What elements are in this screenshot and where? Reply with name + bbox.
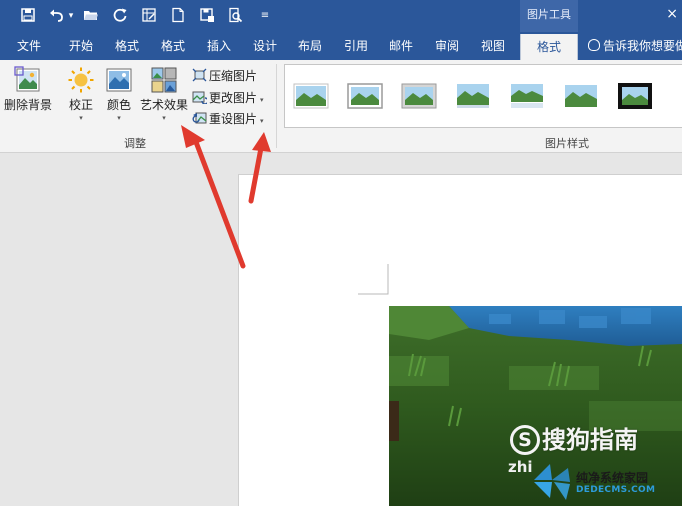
color-label: 颜色 [106,98,131,112]
tell-me-text: 告诉我你想要做 [603,39,682,53]
picture-style-thumb-7[interactable] [617,81,653,111]
margin-corner-mark [358,264,389,295]
save-icon[interactable] [19,7,37,25]
redo-circle-icon[interactable] [111,7,129,25]
artistic-effects-dropdown-icon: ▾ [162,114,166,122]
save-as-icon[interactable] [198,7,216,25]
zhi-watermark-text: zhi [508,458,533,476]
ribbon-group-separator [276,64,277,148]
sogou-guide-text: 搜狗指南 [542,426,638,454]
remove-background-label: 删除背景 [3,98,52,112]
tab-review[interactable]: 审阅 [426,32,468,60]
title-bar: ▾ ≡ 图片工具 × [0,0,682,32]
open-folder-icon[interactable] [82,7,100,25]
artistic-effects-button[interactable]: 艺术效果 ▾ [139,66,189,122]
remove-background-icon [14,66,40,92]
tab-insert[interactable]: 插入 [198,32,240,60]
tab-picture-format[interactable]: 格式 [520,34,578,60]
adjust-group-label: 调整 [124,137,146,150]
tell-me-search[interactable]: 告诉我你想要做 [588,32,682,60]
tab-file[interactable]: 文件 [8,32,50,60]
picture-style-thumb-4[interactable] [455,81,491,111]
dedecms-watermark-text: DEDECMS.COM [576,485,656,495]
change-picture-dropdown-icon: ▾ [260,96,264,104]
new-doc-icon[interactable] [169,7,187,25]
ribbon-tab-row: 文件 开始 格式 格式 插入 设计 布局 引用 邮件 审阅 视图 格式 告诉我你… [0,32,682,60]
picture-style-thumb-6[interactable] [563,81,599,111]
ribbon-panel: 删除背景 校正 ▾ 颜色 ▾ 艺术效果 ▾ 压缩图片 更改图片 ▾ 重设图片 ▾ 调… [0,60,682,153]
tab-layout[interactable]: 布局 [289,32,331,60]
tab-design[interactable]: 设计 [244,32,286,60]
tab-mailings[interactable]: 邮件 [380,32,422,60]
compress-pictures-icon [192,68,207,82]
close-icon[interactable]: × [666,6,678,22]
corrections-button[interactable]: 校正 ▾ [63,66,99,122]
form-icon[interactable] [140,7,158,25]
undo-icon[interactable] [48,7,66,25]
color-button[interactable]: 颜色 ▾ [101,66,137,122]
picture-style-thumb-3[interactable] [401,81,437,111]
change-picture-button[interactable]: 更改图片 ▾ [192,89,264,108]
picture-style-thumb-1[interactable] [293,81,329,111]
tab-format-1[interactable]: 格式 [106,32,148,60]
remove-background-button[interactable]: 删除背景 [3,66,53,113]
reset-picture-label: 重设图片 [209,112,258,126]
color-picture-icon [106,68,132,92]
tab-references[interactable]: 引用 [335,32,377,60]
reset-picture-dropdown-icon: ▾ [260,117,264,125]
sogou-guide-watermark: S 搜狗指南 [510,420,682,460]
corrections-dropdown-icon: ▾ [79,114,83,122]
picture-style-thumb-2[interactable] [347,81,383,111]
windows-logo-icon [534,464,570,500]
compress-pictures-label: 压缩图片 [209,69,258,83]
corrections-sun-icon [68,67,94,93]
change-picture-icon [192,91,207,104]
lightbulb-icon [588,39,600,51]
site-watermark-text: 纯净系统家园 [576,471,649,485]
undo-dropdown-icon[interactable]: ▾ [66,7,76,25]
change-picture-label: 更改图片 [209,91,258,105]
tab-home[interactable]: 开始 [60,32,102,60]
corrections-label: 校正 [68,98,93,112]
picture-styles-gallery [284,64,682,128]
artistic-effects-icon [151,67,177,93]
tab-format-2[interactable]: 格式 [152,32,194,60]
sogou-logo-icon: S [510,425,540,455]
tab-view[interactable]: 视图 [472,32,514,60]
picture-styles-group-label: 图片样式 [545,137,589,150]
print-preview-icon[interactable] [226,7,244,25]
color-dropdown-icon: ▾ [117,114,121,122]
reset-picture-icon [192,112,207,124]
compress-pictures-button[interactable]: 压缩图片 [192,67,257,86]
customize-dropdown-icon[interactable]: ≡ [256,7,274,25]
reset-picture-button[interactable]: 重设图片 ▾ [192,110,264,129]
picture-tools-context-label: 图片工具 [520,0,578,32]
picture-style-thumb-5[interactable] [509,81,545,111]
artistic-effects-label: 艺术效果 [139,98,188,112]
